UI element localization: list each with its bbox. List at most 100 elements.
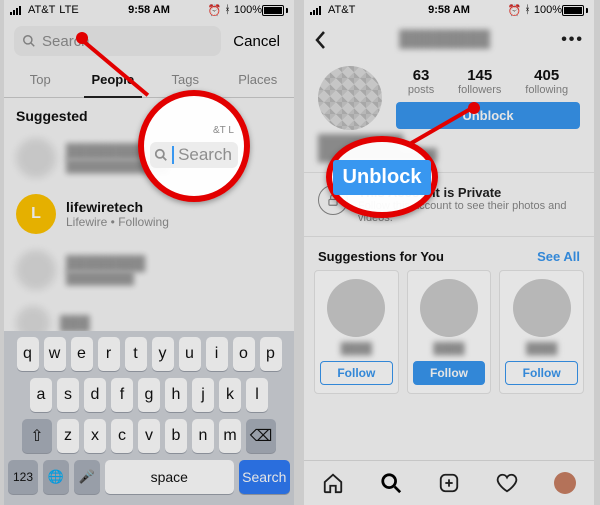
username: ████████ <box>66 255 145 271</box>
status-bar: AT&T LTE 9:58 AM ⏰ ᚼ 100% <box>4 0 294 20</box>
more-icon[interactable]: ••• <box>561 31 584 49</box>
callout-status-fragment: &T L <box>150 125 238 136</box>
status-bar: AT&T 9:58 AM ⏰ ᚼ 100% <box>304 0 594 20</box>
tab-people[interactable]: People <box>77 64 150 97</box>
key-w[interactable]: w <box>44 337 66 371</box>
keyboard-row: 123 🌐 🎤 space Search <box>8 460 290 494</box>
key-o[interactable]: o <box>233 337 255 371</box>
key-y[interactable]: y <box>152 337 174 371</box>
keyboard-row: a s d f g h j k l <box>8 378 290 412</box>
suggestions-heading: Suggestions for You <box>318 249 444 264</box>
profile-nav: ████████ ••• <box>304 20 594 60</box>
key-r[interactable]: r <box>98 337 120 371</box>
follow-button[interactable]: Follow <box>320 361 393 385</box>
key-t[interactable]: t <box>125 337 147 371</box>
username: ████ <box>341 343 372 355</box>
avatar <box>420 279 478 337</box>
key-h[interactable]: h <box>165 378 187 412</box>
subtext: ████████ <box>66 271 145 285</box>
list-item[interactable]: ████████████████ <box>4 242 294 298</box>
avatar <box>16 138 56 178</box>
key-v[interactable]: v <box>138 419 160 453</box>
callout-search-input: Search <box>150 142 238 168</box>
suggestions-header: Suggestions for You See All <box>304 237 594 270</box>
key-a[interactable]: a <box>30 378 52 412</box>
profile-tab-icon[interactable] <box>553 471 577 495</box>
username: ████ <box>526 343 557 355</box>
username: lifewiretech <box>66 199 169 215</box>
unblock-button[interactable]: Unblock <box>396 102 580 129</box>
subtext: Lifewire • Following <box>66 215 169 229</box>
key-g[interactable]: g <box>138 378 160 412</box>
follow-button[interactable]: Follow <box>505 361 578 385</box>
callout-search-zoom: &T L Search <box>138 90 250 202</box>
stat-posts[interactable]: 63posts <box>408 67 434 96</box>
key-b[interactable]: b <box>165 419 187 453</box>
key-p[interactable]: p <box>260 337 282 371</box>
search-tabs: Top People Tags Places <box>4 64 294 98</box>
tab-places[interactable]: Places <box>222 64 295 97</box>
text-cursor <box>172 146 174 164</box>
callout-placeholder: Search <box>178 145 232 165</box>
username: ████ <box>433 343 464 355</box>
search-header: Search Cancel <box>4 20 294 58</box>
key-backspace[interactable]: ⌫ <box>246 419 276 453</box>
keyboard-row: q w e r t y u i o p <box>8 337 290 371</box>
key-c[interactable]: c <box>111 419 133 453</box>
tutorial-composite: { "status": { "carrier": "AT&T", "networ… <box>0 0 600 505</box>
key-space[interactable]: space <box>105 460 234 494</box>
home-icon[interactable] <box>321 471 345 495</box>
profile-avatar[interactable] <box>318 66 382 130</box>
avatar <box>327 279 385 337</box>
key-f[interactable]: f <box>111 378 133 412</box>
suggestion-card[interactable]: ████ Follow <box>499 270 584 394</box>
follow-button[interactable]: Follow <box>413 361 486 385</box>
search-input[interactable]: Search <box>14 26 221 56</box>
key-globe[interactable]: 🌐 <box>43 460 69 494</box>
stat-followers[interactable]: 145followers <box>458 67 501 96</box>
suggestion-card[interactable]: ████ Follow <box>314 270 399 394</box>
key-search[interactable]: Search <box>239 460 290 494</box>
key-l[interactable]: l <box>246 378 268 412</box>
screenshot-profile-screen: AT&T 9:58 AM ⏰ ᚼ 100% ████████ ••• 63pos… <box>304 0 594 505</box>
key-x[interactable]: x <box>84 419 106 453</box>
screenshot-search-screen: AT&T LTE 9:58 AM ⏰ ᚼ 100% Search Cancel … <box>4 0 294 505</box>
avatar <box>513 279 571 337</box>
list-item[interactable]: L lifewiretechLifewire • Following <box>4 186 294 242</box>
key-s[interactable]: s <box>57 378 79 412</box>
new-post-icon[interactable] <box>437 471 461 495</box>
key-m[interactable]: m <box>219 419 241 453</box>
stat-following[interactable]: 405following <box>525 67 568 96</box>
keyboard-row: ⇧ z x c v b n m ⌫ <box>8 419 290 453</box>
see-all-link[interactable]: See All <box>537 249 580 264</box>
activity-icon[interactable] <box>495 471 519 495</box>
search-tab-icon[interactable] <box>379 471 403 495</box>
avatar <box>16 250 56 290</box>
key-d[interactable]: d <box>84 378 106 412</box>
key-q[interactable]: q <box>17 337 39 371</box>
clock-label: 9:58 AM <box>304 4 594 16</box>
suggestion-card[interactable]: ████ Follow <box>407 270 492 394</box>
key-e[interactable]: e <box>71 337 93 371</box>
username: ███ <box>60 315 90 331</box>
key-n[interactable]: n <box>192 419 214 453</box>
avatar: L <box>16 194 56 234</box>
key-k[interactable]: k <box>219 378 241 412</box>
key-123[interactable]: 123 <box>8 460 38 494</box>
cancel-button[interactable]: Cancel <box>229 33 284 50</box>
tab-top[interactable]: Top <box>4 64 77 97</box>
callout-unblock-label: Unblock <box>333 160 432 195</box>
key-u[interactable]: u <box>179 337 201 371</box>
avatar <box>554 472 576 494</box>
suggestions-row: ████ Follow ████ Follow ████ Follow <box>304 270 594 394</box>
key-j[interactable]: j <box>192 378 214 412</box>
profile-header: 63posts 145followers 405following Unbloc… <box>304 60 594 134</box>
back-icon[interactable] <box>314 30 328 50</box>
key-shift[interactable]: ⇧ <box>22 419 52 453</box>
key-i[interactable]: i <box>206 337 228 371</box>
keyboard: q w e r t y u i o p a s d f g h j k l ⇧ … <box>4 331 294 505</box>
search-icon <box>22 34 36 48</box>
callout-unblock-zoom: Unblock <box>326 136 438 218</box>
key-mic[interactable]: 🎤 <box>74 460 100 494</box>
key-z[interactable]: z <box>57 419 79 453</box>
